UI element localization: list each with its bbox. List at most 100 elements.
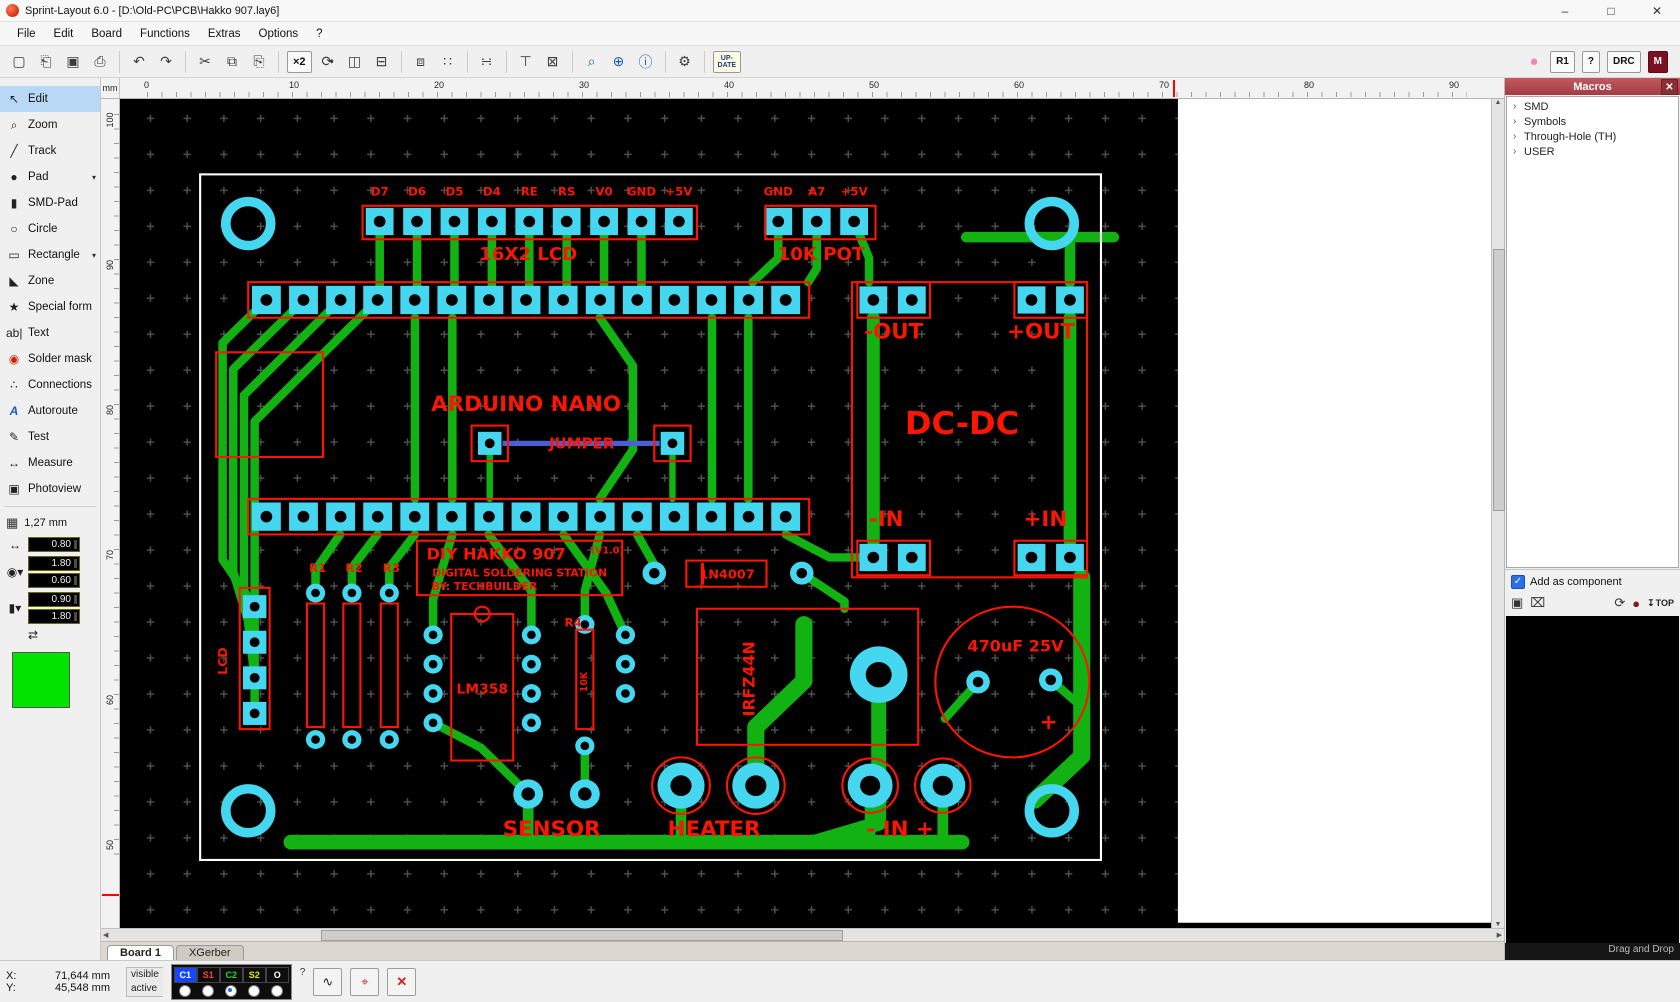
new-button[interactable]: ▢ (6, 49, 32, 75)
save-button[interactable]: ▣ (60, 49, 86, 75)
center-view-button[interactable]: ⊕ (606, 49, 632, 75)
layer-s1-active-radio[interactable] (202, 984, 215, 997)
tool-rectangle[interactable]: ▭ Rectangle ▾ (0, 242, 100, 268)
zoom-button[interactable]: ⌕ (579, 49, 605, 75)
undo-button[interactable]: ↶ (126, 49, 152, 75)
macro-group-symbols[interactable]: › Symbols (1507, 114, 1678, 129)
tool-special-form[interactable]: ★ Special form (0, 294, 100, 320)
3d-view-icon[interactable]: ● (1632, 596, 1640, 611)
scroll-down-arrow-icon[interactable]: ▼ (1495, 921, 1502, 928)
help-button[interactable]: ? (1581, 50, 1600, 73)
delete-macro-icon[interactable]: ⌧ (1530, 595, 1545, 611)
remove-connection-button[interactable]: ✕ (387, 967, 417, 996)
copy-button[interactable]: ⧉ (219, 49, 245, 75)
origin-button[interactable]: ⌖ (350, 967, 380, 996)
array-copy-button[interactable]: ∷ (435, 49, 461, 75)
dropdown-arrow-icon[interactable]: ▾ (92, 173, 96, 182)
vertical-scrollbar[interactable]: ▲ ▼ (1491, 99, 1505, 928)
footprint-button[interactable]: ∺ (474, 49, 500, 75)
curve-track-button[interactable]: ∿ (313, 967, 343, 996)
menu-options[interactable]: Options (250, 25, 308, 43)
save-macro-icon[interactable]: ▣ (1511, 595, 1523, 611)
open-button[interactable]: ⎗ (33, 49, 59, 75)
menu-extras[interactable]: Extras (199, 25, 250, 43)
expand-arrow-icon[interactable]: › (1513, 101, 1520, 112)
menu-board[interactable]: Board (82, 25, 131, 43)
smd-width-field[interactable]: 0.90 (28, 592, 80, 607)
tool-edit[interactable]: ↖ Edit (0, 86, 100, 112)
track-width-field[interactable]: 0.80 (28, 537, 80, 552)
expand-arrow-icon[interactable]: › (1513, 146, 1520, 157)
menu-edit[interactable]: Edit (45, 25, 83, 43)
scroll-right-arrow-icon[interactable]: ▶ (1497, 931, 1502, 939)
drc-button[interactable]: DRC (1606, 50, 1641, 73)
maximize-button[interactable]: □ (1588, 0, 1634, 21)
macro-group-through-hole-th[interactable]: › Through-Hole (TH) (1507, 129, 1678, 144)
tool-connections[interactable]: ∴ Connections (0, 372, 100, 398)
solder-side-icon[interactable]: ● (1523, 53, 1545, 70)
macros-close-icon[interactable]: ✕ (1661, 79, 1678, 95)
expand-arrow-icon[interactable]: › (1513, 131, 1520, 142)
horizontal-scroll-thumb[interactable] (321, 930, 843, 941)
scale-x2-button[interactable]: ×2 (287, 50, 312, 73)
layer-c1-visible-button[interactable]: C1 (173, 966, 197, 983)
pcb-canvas[interactable]: D7 D6 D5 D4 RE RS V0 GND +5V GND A7 +5V 16X2 LCD 10K … (120, 99, 1491, 928)
expand-arrow-icon[interactable]: › (1513, 116, 1520, 127)
tool-text[interactable]: ab| Text (0, 320, 100, 346)
paste-button[interactable]: ⎘ (246, 49, 272, 75)
checkbox-checked-icon[interactable]: ✓ (1511, 575, 1525, 589)
layer-s2-visible-button[interactable]: S2 (242, 966, 266, 983)
macros-button[interactable]: M (1647, 50, 1668, 73)
tool-autoroute[interactable]: A Autoroute (0, 398, 100, 424)
tool-pad[interactable]: ● Pad ▾ (0, 164, 100, 190)
update-button[interactable]: UP- DATE (712, 50, 742, 73)
menu-functions[interactable]: Functions (131, 25, 199, 43)
close-button[interactable]: ✕ (1634, 0, 1680, 21)
vertical-scroll-thumb[interactable] (1493, 249, 1505, 511)
macro-group-user[interactable]: › USER (1507, 144, 1678, 159)
tool-circle[interactable]: ○ Circle (0, 216, 100, 242)
redo-button[interactable]: ↷ (153, 49, 179, 75)
grid-setting-button[interactable]: ▦ 1,27 mm (0, 511, 100, 535)
r1-button[interactable]: R1 (1550, 50, 1575, 73)
menu-file[interactable]: File (8, 25, 45, 43)
tool-photoview[interactable]: ▣ Photoview (0, 476, 100, 502)
tool-track[interactable]: ╱ Track (0, 138, 100, 164)
layer-s2-active-radio[interactable] (248, 984, 261, 997)
duplicate-button[interactable]: ⧈ (408, 49, 434, 75)
cut-button[interactable]: ✂ (192, 49, 218, 75)
top-side-toggle[interactable]: ↧ TOP (1647, 598, 1674, 609)
menu-item[interactable]: ? (307, 25, 331, 43)
tab-xgerber[interactable]: XGerber (175, 945, 244, 960)
macro-group-smd[interactable]: › SMD (1507, 99, 1678, 114)
layer-o-visible-button[interactable]: O (265, 966, 289, 983)
mirror-horizontal-button[interactable]: ◫ (342, 49, 368, 75)
print-button[interactable]: ⎙ (87, 49, 113, 75)
pad-height-field[interactable]: 0.60 (28, 573, 80, 588)
settings-button[interactable]: ⚙ (672, 49, 698, 75)
smd-height-field[interactable]: 1.80 (28, 609, 80, 624)
tool-zoom[interactable]: ⌕ Zoom (0, 112, 100, 138)
dropdown-arrow-icon[interactable]: ▾ (330, 58, 334, 66)
layer-c2-visible-button[interactable]: C2 (219, 966, 243, 983)
refresh-icon[interactable]: ⟳ (1614, 595, 1625, 611)
solder-pin-button[interactable]: ⊤ (513, 49, 539, 75)
layer-s1-visible-button[interactable]: S1 (196, 966, 220, 983)
lock-pads-button[interactable]: ⊠ (540, 49, 566, 75)
minimize-button[interactable]: – (1542, 0, 1588, 21)
rotate-button[interactable]: ⟳ ▾ (315, 49, 341, 75)
tool-test[interactable]: ✎ Test (0, 424, 100, 450)
mirror-vertical-button[interactable]: ⊟ (369, 49, 395, 75)
pad-width-field[interactable]: 1.80 (28, 556, 80, 571)
tool-measure[interactable]: ↔ Measure (0, 450, 100, 476)
tool-zone[interactable]: ◣ Zone (0, 268, 100, 294)
swap-values-button[interactable]: ⇄ (0, 626, 100, 644)
dropdown-arrow-icon[interactable]: ▾ (92, 251, 96, 260)
layer-c1-active-radio[interactable] (179, 984, 192, 997)
info-button[interactable]: ⓘ (633, 49, 659, 75)
add-as-component-option[interactable]: ✓ Add as component (1511, 575, 1674, 589)
tool-solder-mask[interactable]: ◉ Solder mask (0, 346, 100, 372)
scroll-left-arrow-icon[interactable]: ◀ (103, 931, 108, 939)
layer-o-active-radio[interactable] (271, 984, 284, 997)
scroll-up-arrow-icon[interactable]: ▲ (1495, 99, 1502, 106)
